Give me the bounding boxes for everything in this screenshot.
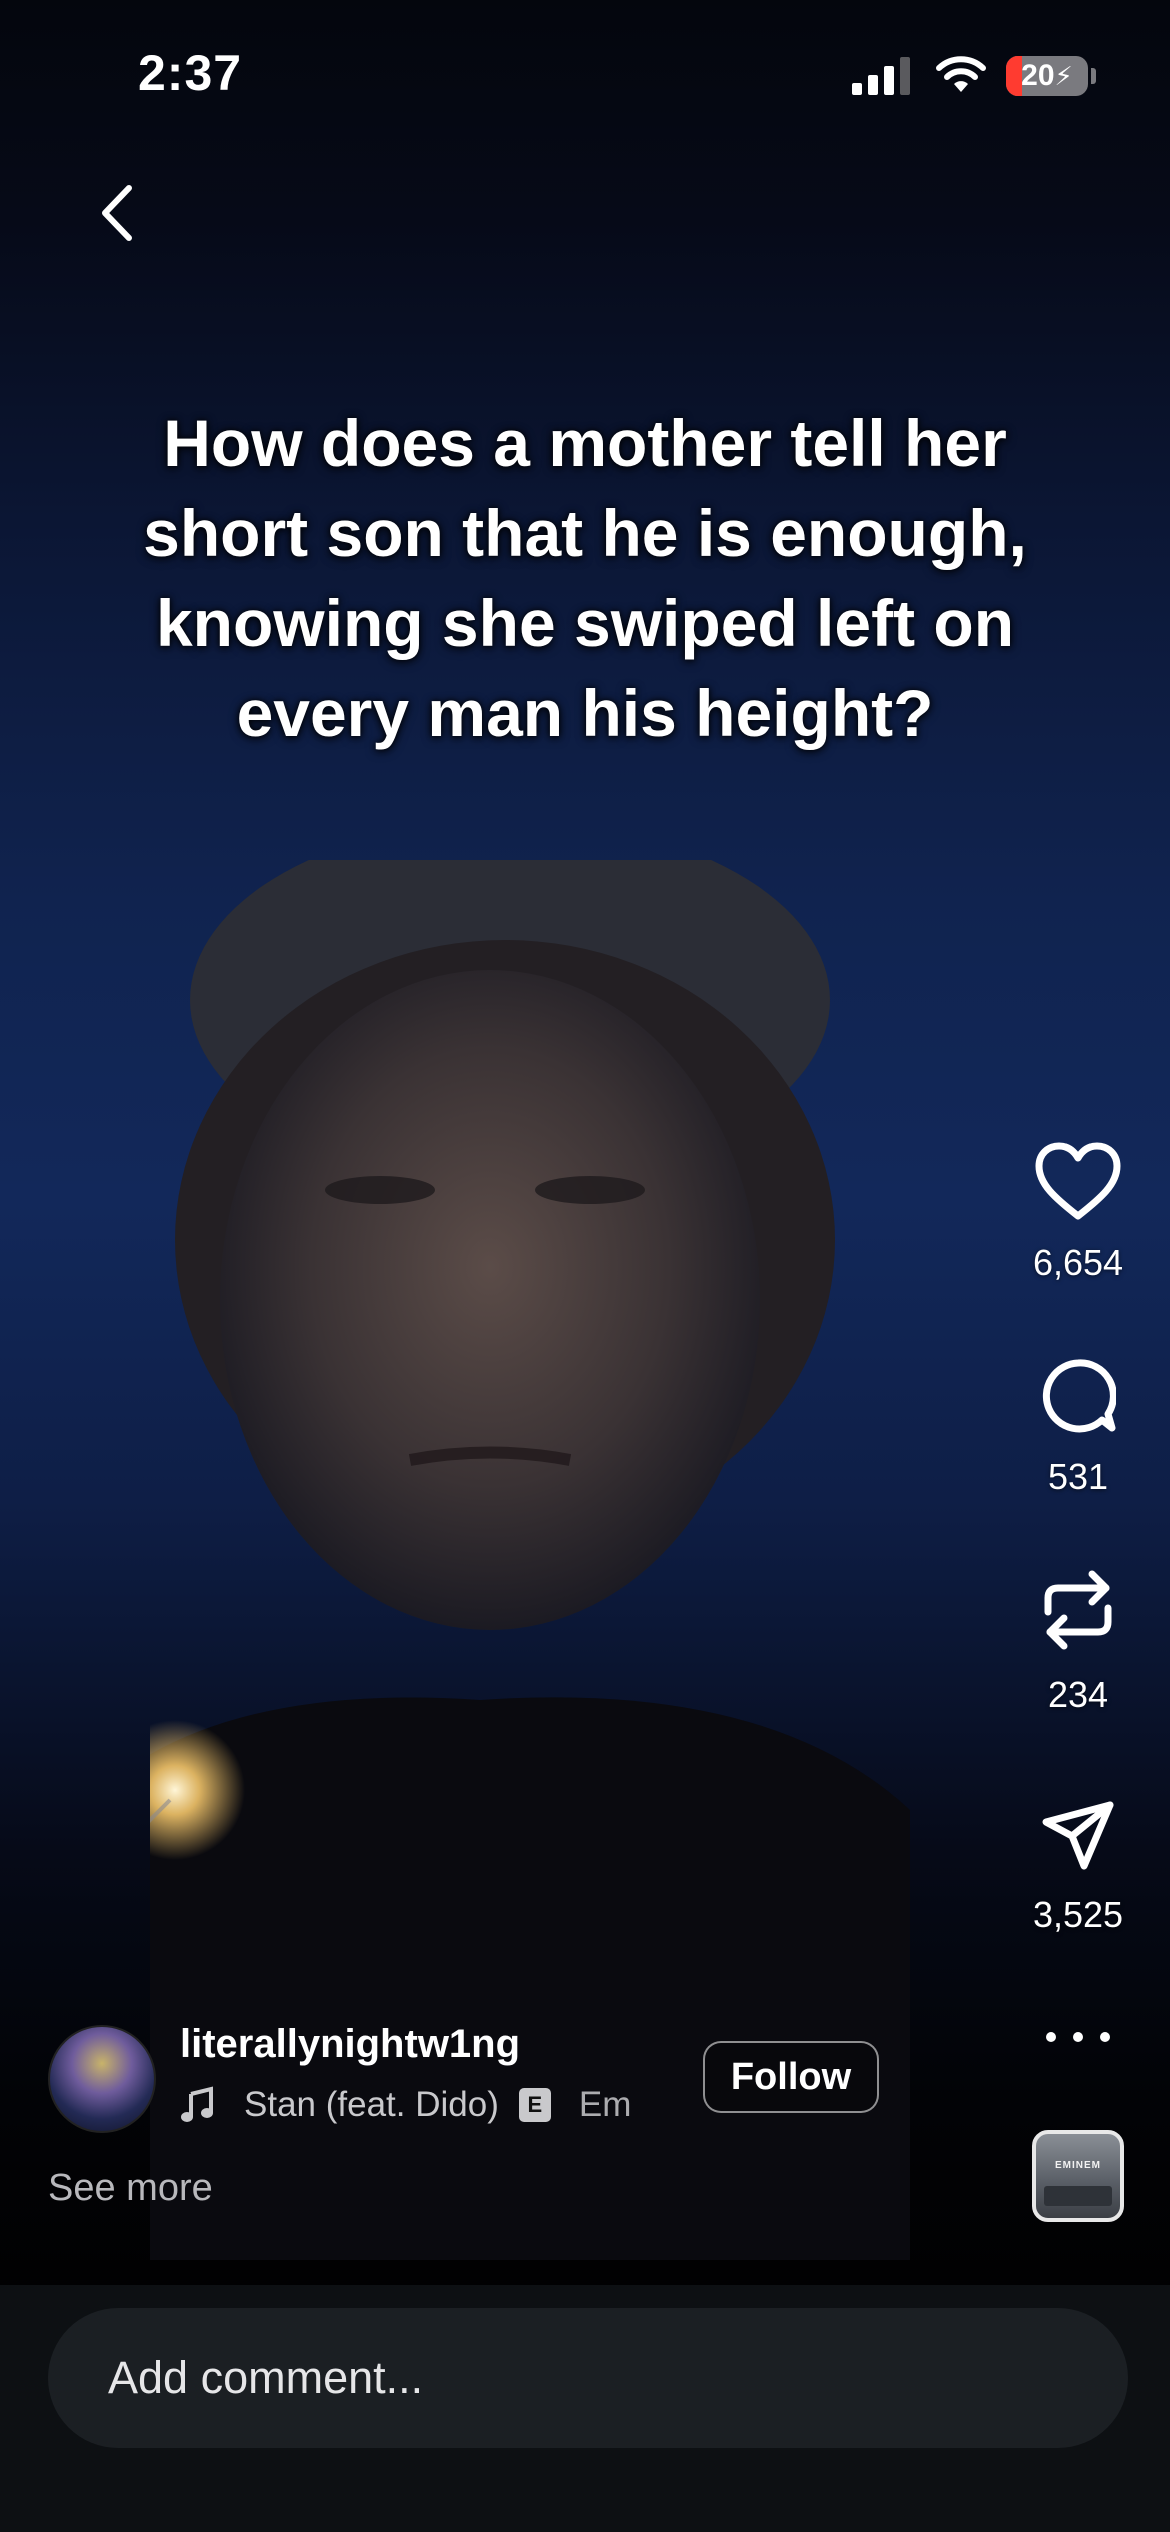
follow-button[interactable]: Follow [703, 2041, 879, 2113]
comment-input[interactable]: Add comment... [48, 2308, 1128, 2448]
album-label: EMINEM [1055, 2160, 1101, 2171]
comment-action[interactable]: 531 [1010, 1358, 1146, 1498]
share-action[interactable]: 3,525 [1010, 1800, 1146, 1936]
heart-icon [1035, 1142, 1121, 1220]
reel-viewer: 2:37 20⚡ How does a mother tell her shor… [0, 0, 1170, 2532]
more-horizontal-icon-dot [1073, 2032, 1083, 2042]
more-horizontal-icon-dot [1046, 2032, 1056, 2042]
more-options-button[interactable] [1040, 2012, 1116, 2062]
status-time: 2:37 [138, 45, 243, 101]
back-button[interactable] [82, 178, 152, 248]
repost-icon [1044, 1570, 1112, 1650]
repost-count: 234 [1047, 1674, 1109, 1715]
like-action[interactable]: 6,654 [1010, 1142, 1146, 1284]
music-note-icon [181, 2086, 213, 2122]
status-bar: 2:37 20⚡ [0, 0, 1170, 150]
like-count: 6,654 [1032, 1242, 1124, 1283]
video-player[interactable] [0, 0, 1170, 2285]
charging-bolt-icon: ⚡ [1054, 61, 1073, 91]
comment-count: 531 [1047, 1456, 1109, 1497]
video-caption-overlay: How does a mother tell her short son tha… [143, 406, 1027, 750]
wifi-icon [936, 56, 986, 92]
music-artist: Em [578, 2085, 632, 2124]
repost-action[interactable]: 234 [1010, 1568, 1146, 1716]
chevron-left-icon [102, 185, 132, 241]
see-more-link[interactable]: See more [48, 2167, 213, 2210]
more-horizontal-icon-dot [1100, 2032, 1110, 2042]
comment-bubble-icon [1042, 1359, 1116, 1433]
battery-level: 20⚡ [1021, 59, 1073, 92]
author-avatar[interactable] [48, 2025, 156, 2133]
send-icon [1042, 1801, 1114, 1870]
album-art-detail [1044, 2186, 1112, 2206]
music-info[interactable]: Stan (feat. Dido) E Em [180, 2080, 660, 2130]
battery-tip [1091, 68, 1096, 84]
music-title: Stan (feat. Dido) [244, 2085, 499, 2124]
author-username[interactable]: literallynightw1ng [180, 2022, 520, 2067]
share-count: 3,525 [1032, 1894, 1124, 1935]
explicit-badge: E [518, 2088, 551, 2122]
battery-indicator: 20⚡ [1006, 56, 1088, 96]
audio-album-thumbnail[interactable]: EMINEM [1032, 2130, 1124, 2222]
cellular-signal-icon [852, 57, 910, 95]
